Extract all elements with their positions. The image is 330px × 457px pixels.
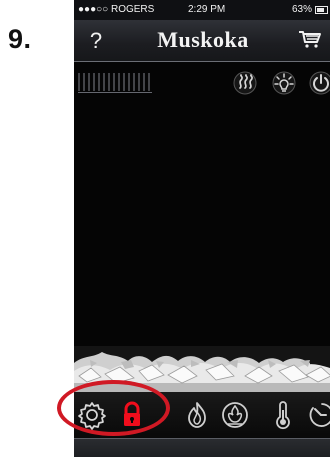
carrier-status: ●●●○○ ROGERS: [78, 4, 155, 15]
lock-button[interactable]: [116, 399, 148, 431]
status-bar: ●●●○○ ROGERS 2:29 PM 63%: [74, 0, 330, 20]
lower-navigation-strip: [74, 438, 330, 457]
meter-ticks: [78, 73, 150, 91]
step-number: 9.: [8, 24, 32, 54]
heat-button[interactable]: [232, 70, 258, 96]
ember-bed-image: [74, 346, 330, 392]
heat-level-meter: [78, 71, 152, 95]
phone-screen: ●●●○○ ROGERS 2:29 PM 63% ? Muskoka: [74, 0, 330, 457]
light-icon: [272, 71, 296, 95]
app-header: ? Muskoka: [74, 20, 330, 62]
battery-level: [317, 8, 324, 12]
battery-percent: 63%: [291, 4, 312, 15]
timer-button[interactable]: [305, 399, 330, 431]
settings-button[interactable]: [76, 399, 108, 431]
brand-logo: Muskoka: [137, 28, 269, 52]
instruction-page: 9. ●●●○○ ROGERS 2:29 PM 63% ? Muskoka: [0, 0, 330, 457]
fuel-bed-button[interactable]: [219, 399, 251, 431]
lock-icon: [124, 401, 140, 426]
crystal-ember-graphic: [74, 346, 330, 392]
help-button[interactable]: ?: [84, 27, 108, 55]
timer-icon: [309, 403, 330, 427]
battery-icon: [315, 6, 328, 14]
shopping-cart-icon: [299, 31, 321, 48]
logo-text: Muskoka: [157, 27, 249, 52]
power-icon: [309, 71, 330, 95]
power-button[interactable]: [308, 70, 330, 96]
flame-button[interactable]: [181, 399, 213, 431]
status-time: 2:29 PM: [188, 4, 226, 15]
thermometer-icon: [276, 401, 290, 430]
light-button[interactable]: [271, 70, 297, 96]
temperature-button[interactable]: [267, 399, 299, 431]
meter-baseline: [78, 92, 152, 93]
flame-icon: [188, 402, 206, 428]
heat-icon: [233, 71, 257, 95]
fuel-bed-icon: [222, 402, 248, 428]
gear-icon: [78, 402, 106, 430]
shopping-cart-button[interactable]: [298, 30, 322, 50]
bottom-toolbar: [74, 392, 330, 438]
